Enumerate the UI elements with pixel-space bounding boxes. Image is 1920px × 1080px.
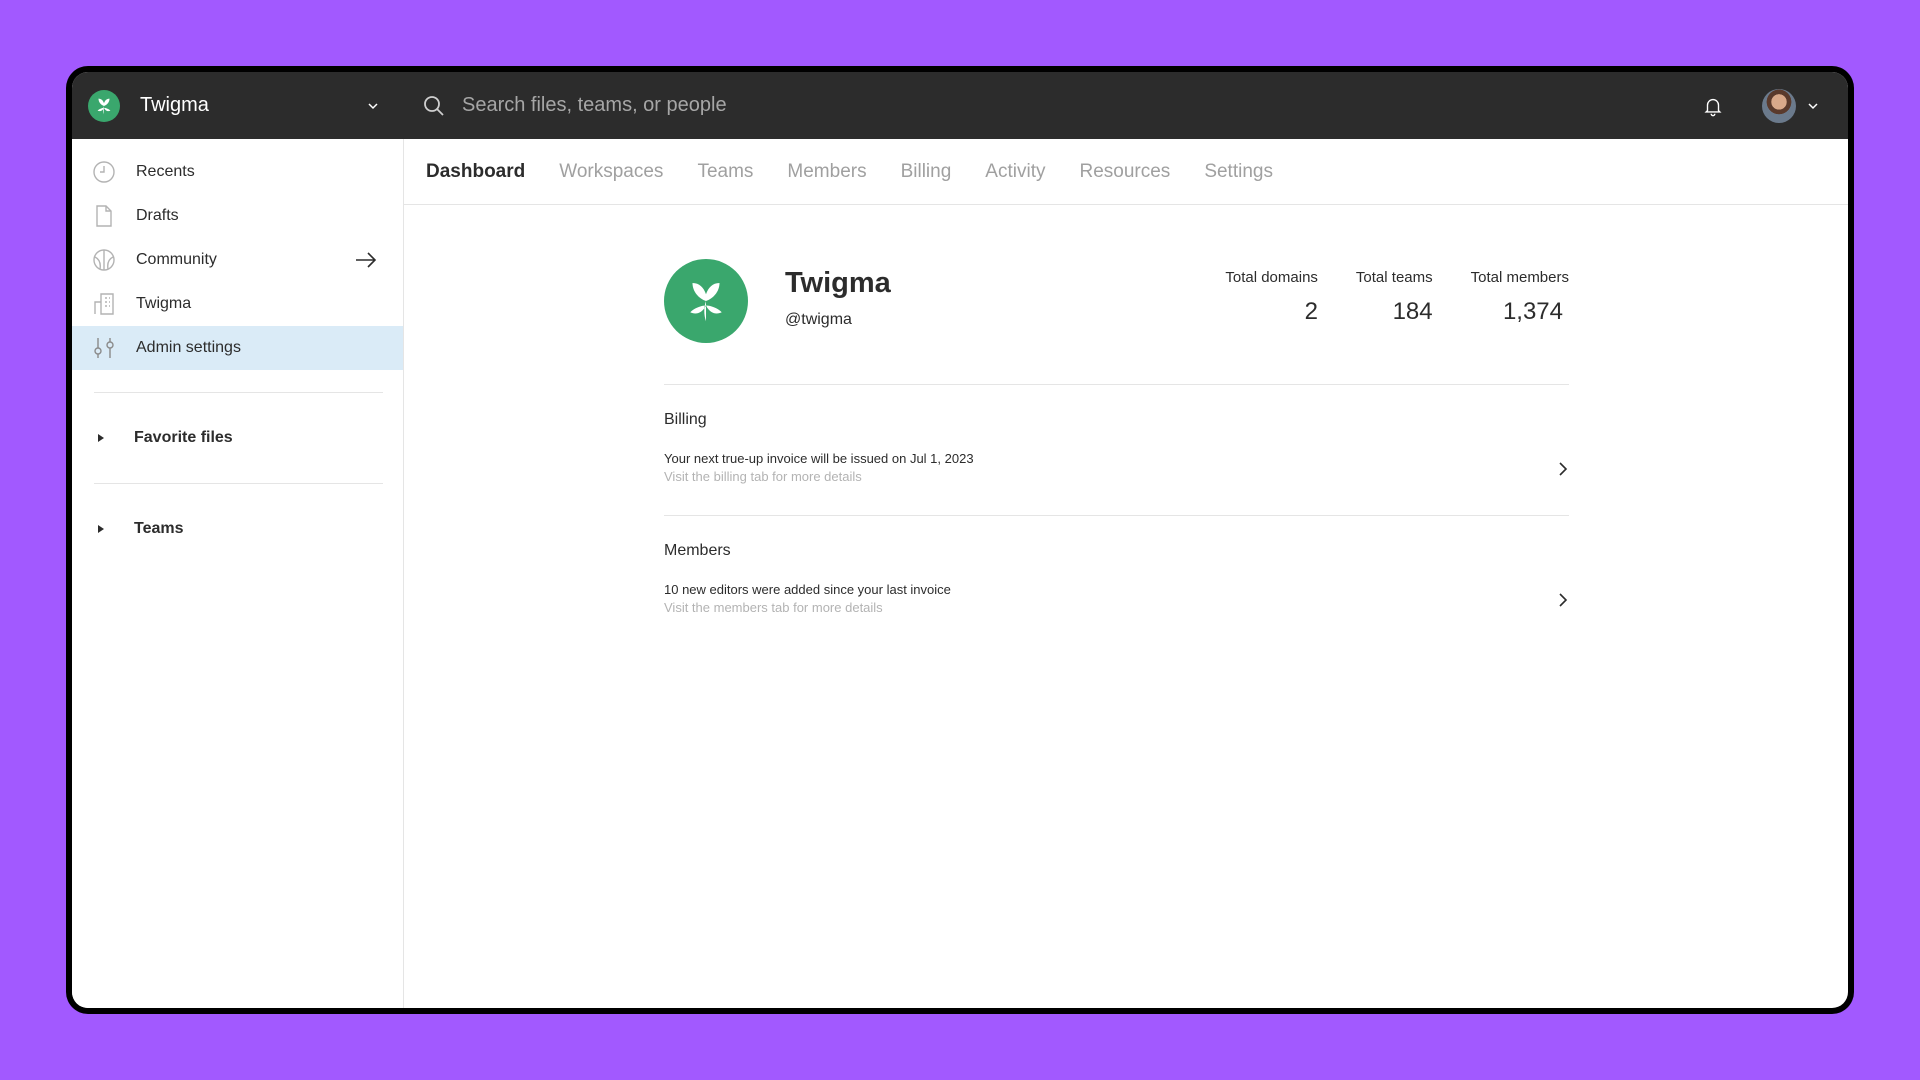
sidebar-item-label: Community [136,251,217,268]
org-header: Twigma @twigma Total domains 2 Total tea… [664,205,1569,385]
caret-right-icon [98,525,104,533]
sliders-icon [92,336,116,360]
arrow-right-icon[interactable] [355,250,377,270]
leaf-logo-icon [97,98,111,114]
top-bar: Twigma [72,72,1848,139]
sidebar-item-recents[interactable]: Recents [72,150,403,194]
dashboard-content: Twigma @twigma Total domains 2 Total tea… [664,205,1569,647]
tab-bar: Dashboard Workspaces Teams Members Billi… [404,139,1848,205]
leaf-logo-icon [690,283,722,322]
stat-value: 2 [1304,298,1318,325]
tab-billing[interactable]: Billing [901,161,952,183]
user-menu[interactable] [1762,88,1820,123]
globe-icon [92,248,116,272]
app-frame: Twigma Search files, teams, or people Re… [72,72,1848,1008]
search-icon [424,95,444,116]
section-label: Teams [134,520,184,537]
org-stats: Total domains 2 Total teams 184 Total me… [1187,269,1569,326]
stat-total-members: Total members 1,374 [1471,269,1569,326]
clock-icon [92,160,116,184]
workspace-switcher[interactable]: Twigma [72,72,404,139]
stat-value: 184 [1392,298,1433,325]
card-hint: Visit the members tab for more details [664,600,883,615]
workspace-logo [88,89,120,122]
teams-section[interactable]: Teams [72,484,403,574]
building-icon [92,292,116,316]
bell-icon [1704,98,1722,116]
app-window: Twigma Search files, teams, or people Re… [66,66,1854,1014]
chevron-right-icon [1559,462,1568,476]
stat-label: Total members [1470,269,1569,286]
sidebar-item-community[interactable]: Community [72,238,403,282]
tab-teams[interactable]: Teams [697,161,753,183]
sidebar-item-twigma[interactable]: Twigma [72,282,403,326]
favorite-files-section[interactable]: Favorite files [72,393,403,483]
notifications-button[interactable] [1702,95,1724,117]
org-handle: @twigma [785,311,852,328]
search-bar [422,72,1702,139]
card-description: Your next true-up invoice will be issued… [664,451,974,466]
tab-workspaces[interactable]: Workspaces [559,161,663,183]
members-card[interactable]: Members 10 new editors were added since … [664,516,1569,647]
chevron-down-icon [368,102,378,109]
workspace-name: Twigma [140,94,209,116]
tab-members[interactable]: Members [787,161,866,183]
stat-label: Total teams [1355,269,1433,286]
stat-label: Total domains [1225,269,1318,286]
tab-settings[interactable]: Settings [1204,161,1273,183]
billing-card[interactable]: Billing Your next true-up invoice will b… [664,385,1569,516]
sidebar-item-label: Drafts [136,207,179,224]
org-logo [664,259,748,343]
avatar [1762,88,1796,123]
sidebar-item-label: Recents [136,163,195,180]
card-title: Members [664,542,731,559]
sidebar-item-drafts[interactable]: Drafts [72,194,403,238]
tab-dashboard[interactable]: Dashboard [426,161,525,183]
stat-total-domains: Total domains 2 [1225,269,1318,326]
section-label: Favorite files [134,429,233,446]
stat-value: 1,374 [1502,298,1563,325]
card-description: 10 new editors were added since your las… [664,582,951,597]
chevron-right-icon [1559,593,1568,607]
tab-activity[interactable]: Activity [985,161,1045,183]
stat-total-teams: Total teams 184 [1356,269,1433,326]
sidebar-item-admin-settings[interactable]: Admin settings [72,326,403,370]
sidebar-item-label: Twigma [136,295,192,312]
main-content: Dashboard Workspaces Teams Members Billi… [404,139,1848,1008]
file-icon [92,204,116,228]
card-title: Billing [664,411,707,428]
chevron-down-icon [1808,102,1818,109]
org-name: Twigma [785,267,891,299]
tab-resources[interactable]: Resources [1079,161,1170,183]
sidebar: Recents Drafts Community Twigma Admin se… [72,139,404,1008]
search-input[interactable] [462,94,1062,117]
card-hint: Visit the billing tab for more details [664,469,862,484]
caret-right-icon [98,434,104,442]
sidebar-item-label: Admin settings [136,339,241,356]
